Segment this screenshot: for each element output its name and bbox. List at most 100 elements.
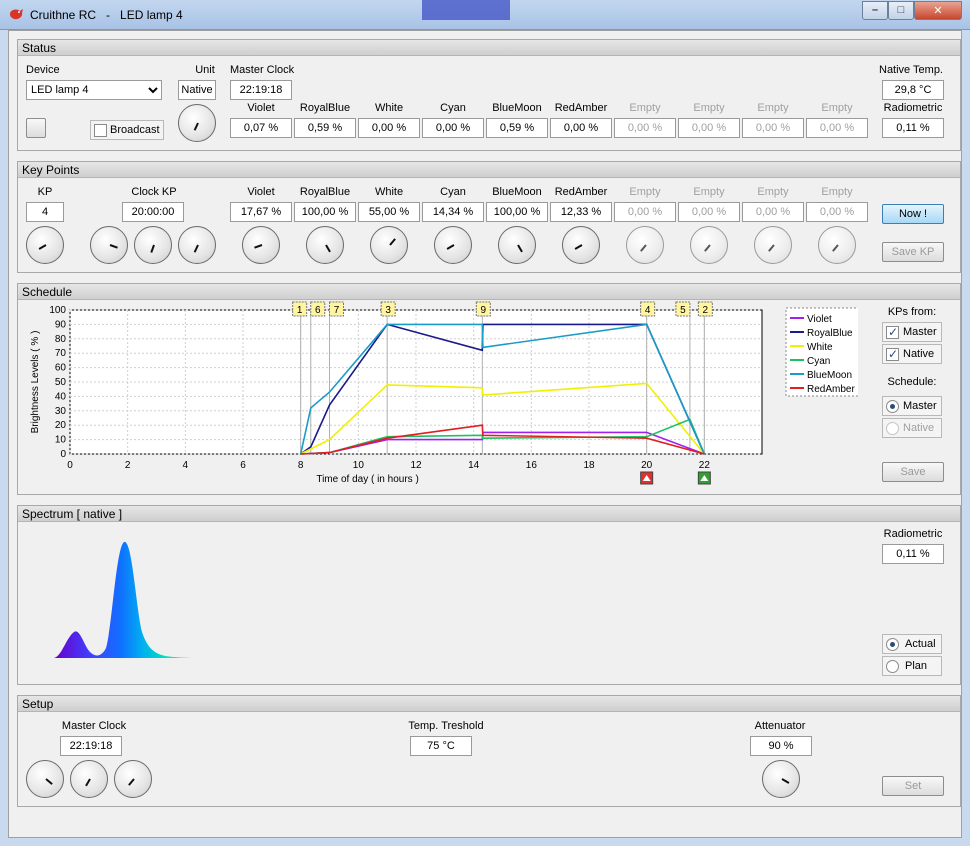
legend-entry: White <box>807 342 833 353</box>
status-channel-label: Empty <box>693 102 725 114</box>
broadcast-checkbox[interactable] <box>94 124 107 137</box>
actual-label: Actual <box>905 638 936 650</box>
status-channel-value: 0,00 % <box>422 118 484 138</box>
y-axis-label: Brightness Levels ( % ) <box>30 331 41 434</box>
y-tick-label: 50 <box>55 377 67 388</box>
y-tick-label: 10 <box>55 435 67 446</box>
status-header: Status <box>18 40 960 56</box>
keypoint-marker-label: 6 <box>315 305 321 316</box>
temp-threshold-label: Temp. Treshold <box>408 720 484 732</box>
setup-hour-knob[interactable] <box>26 760 64 798</box>
legend-entry: RedAmber <box>807 384 855 395</box>
minimize-button[interactable]: – <box>862 1 888 20</box>
x-tick-label: 12 <box>410 460 422 471</box>
kp-channel-knob[interactable] <box>498 226 536 264</box>
radiometric-label: Radiometric <box>883 102 943 114</box>
x-tick-label: 0 <box>67 460 73 471</box>
schedule-native-radio[interactable] <box>886 422 899 435</box>
setup-master-clock-label: Master Clock <box>61 720 127 732</box>
master-clock-label: Master Clock <box>230 64 295 76</box>
keypoint-marker[interactable]: 7 <box>329 301 344 317</box>
schedule-native-wrap[interactable]: Native <box>882 418 942 438</box>
clock-minute-knob[interactable] <box>134 226 172 264</box>
clock-kp-label: Clock KP <box>131 186 177 198</box>
kp-channel-knob[interactable] <box>242 226 280 264</box>
kp-channel-knob[interactable] <box>370 226 408 264</box>
spectrum-header: Spectrum [ native ] <box>18 506 960 522</box>
schedule-header: Schedule <box>18 284 960 300</box>
close-button[interactable]: ✕ <box>914 1 962 20</box>
attenuator-knob[interactable] <box>762 760 800 798</box>
keypoint-marker[interactable]: 4 <box>640 301 656 317</box>
native-temp-label: Native Temp. <box>879 64 943 76</box>
schedule-panel: Schedule 0 10 20 30 40 50 60 70 80 90 100 0 2 4 6 8 10 12… <box>17 283 961 495</box>
kp-channel-label: Empty <box>757 186 789 198</box>
status-channel-value: 0,00 % <box>806 118 868 138</box>
keypoint-marker[interactable]: 1 <box>292 301 308 317</box>
keypoint-marker-label: 7 <box>334 305 340 316</box>
kp-knob[interactable] <box>26 226 64 264</box>
clock-second-knob[interactable] <box>178 226 216 264</box>
plan-radio[interactable] <box>886 660 899 673</box>
kp-channel-knob[interactable] <box>754 226 792 264</box>
save-kp-button[interactable]: Save KP <box>882 242 944 262</box>
maximize-button[interactable]: □ <box>888 1 914 20</box>
kps-master-wrap[interactable]: ✓ Master <box>882 322 942 342</box>
status-channel-value: 0,00 % <box>550 118 612 138</box>
unit-knob[interactable] <box>178 104 216 142</box>
kp-channel-knob[interactable] <box>690 226 728 264</box>
kp-channel-value: 14,34 % <box>422 202 484 222</box>
setup-minute-knob[interactable] <box>70 760 108 798</box>
x-tick-label: 18 <box>583 460 595 471</box>
kp-channel-label: Violet <box>247 186 275 198</box>
legend-entry: Cyan <box>807 356 830 367</box>
legend-entry: Violet <box>807 314 832 325</box>
keypoint-marker[interactable]: 5 <box>675 301 691 317</box>
kps-master-label: Master <box>903 326 937 338</box>
broadcast-wrap[interactable]: Broadcast <box>90 120 164 140</box>
kp-channel-knob[interactable] <box>562 226 600 264</box>
broadcast-label: Broadcast <box>110 124 160 136</box>
now-button[interactable]: Now ! <box>882 204 944 224</box>
keypoint-marker[interactable]: 9 <box>475 301 491 317</box>
x-tick-label: 4 <box>183 460 189 471</box>
device-select[interactable]: LED lamp 4 <box>26 80 162 100</box>
app-icon <box>10 9 23 20</box>
status-channel-label: Empty <box>629 102 661 114</box>
schedule-master-radio[interactable] <box>886 400 899 413</box>
kp-channel-knob[interactable] <box>818 226 856 264</box>
kp-channel-label: Empty <box>693 186 725 198</box>
spectrum-curve <box>54 541 202 658</box>
kp-channel-knob[interactable] <box>306 226 344 264</box>
x-tick-label: 16 <box>526 460 538 471</box>
keypoint-marker[interactable]: 2 <box>697 301 713 317</box>
status-square-button[interactable] <box>26 118 46 138</box>
kp-channel-knob[interactable] <box>626 226 664 264</box>
actual-radio[interactable] <box>886 638 899 651</box>
y-tick-label: 60 <box>55 363 67 374</box>
kps-native-checkbox[interactable]: ✓ <box>886 347 899 361</box>
spectrum-radiometric-field: 0,11 % <box>882 544 944 564</box>
schedule-chart[interactable]: 01020304050607080901000 2 4 6 8 10 12 14 16 18 20 2… <box>18 300 858 494</box>
kps-master-checkbox[interactable]: ✓ <box>886 325 899 339</box>
schedule-save-button[interactable]: Save <box>882 462 944 482</box>
kps-native-wrap[interactable]: ✓ Native <box>882 344 942 364</box>
kp-channel-label: White <box>374 186 404 198</box>
kp-label: KP <box>37 186 53 198</box>
plan-wrap[interactable]: Plan <box>882 656 942 676</box>
attenuator-field: 90 % <box>750 736 812 756</box>
kp-channel-value: 55,00 % <box>358 202 420 222</box>
title-highlight <box>422 0 510 20</box>
attenuator-label: Attenuator <box>754 720 806 732</box>
kp-channel-value: 12,33 % <box>550 202 612 222</box>
kp-channel-knob[interactable] <box>434 226 472 264</box>
set-button[interactable]: Set <box>882 776 944 796</box>
schedule-master-wrap[interactable]: Master <box>882 396 942 416</box>
keypoint-marker[interactable]: 6 <box>310 301 326 317</box>
keypoint-marker[interactable]: 3 <box>380 301 396 317</box>
schedule-master-label: Master <box>903 400 937 412</box>
setup-second-knob[interactable] <box>114 760 152 798</box>
keypoint-marker-label: 2 <box>703 305 709 316</box>
actual-wrap[interactable]: Actual <box>882 634 942 654</box>
clock-hour-knob[interactable] <box>90 226 128 264</box>
